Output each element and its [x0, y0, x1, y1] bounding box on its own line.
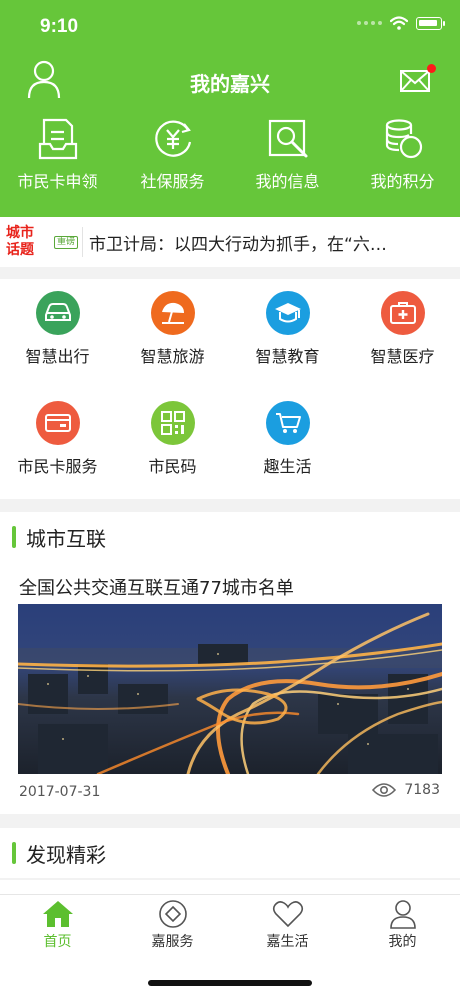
quick-action-label: 市民卡申领 [17, 172, 98, 191]
service-icon [158, 900, 187, 928]
tab-label: 首页 [43, 934, 72, 950]
tab-mine[interactable]: 我的 [345, 899, 460, 951]
quick-action-social-security[interactable]: 社保服务 [115, 118, 230, 192]
points-icon [385, 119, 422, 159]
card-apply-icon [38, 118, 77, 160]
quick-action-label: 社保服务 [140, 172, 205, 191]
service-label: 智慧医疗 [370, 347, 435, 366]
service-citizen-card[interactable]: 市民卡服务 [0, 401, 115, 477]
tab-jia-service[interactable]: 嘉服务 [115, 899, 230, 951]
tab-home[interactable]: 首页 [0, 899, 115, 951]
page-title: 我的嘉兴 [190, 72, 270, 96]
quick-action-my-info[interactable]: 我的信息 [230, 118, 345, 192]
headline-badge: 重磅 [54, 235, 79, 249]
news-card[interactable]: 全国公共交通互联互通77城市名单 2017-07-31 7183 [0, 562, 460, 814]
news-date: 2017-07-31 [19, 784, 101, 800]
heart-icon [272, 901, 303, 928]
status-indicators [357, 16, 445, 30]
signal-icon [357, 21, 382, 25]
service-label: 智慧出行 [25, 347, 90, 366]
unread-badge [427, 64, 436, 73]
umbrella-icon [150, 291, 195, 335]
qr-code-icon [150, 401, 195, 445]
service-smart-tourism[interactable]: 智慧旅游 [115, 291, 230, 367]
divider [82, 227, 84, 257]
quick-actions: 市民卡申领 社保服务 我的信息 我的积分 [0, 118, 460, 192]
home-icon [42, 901, 73, 927]
title-row: 我的嘉兴 [0, 58, 460, 104]
section-discover: 发现精彩 [0, 828, 460, 878]
battery-icon [416, 16, 445, 30]
cart-icon [265, 401, 310, 445]
my-info-icon [268, 119, 307, 158]
car-icon [35, 291, 80, 335]
quick-action-label: 我的信息 [255, 172, 320, 191]
header: 9:10 我的嘉兴 市民卡申领 社保服务 我的信息 我的积分 [0, 0, 460, 217]
profile-icon [389, 900, 416, 929]
service-smart-medical[interactable]: 智慧医疗 [345, 291, 460, 367]
news-view-count: 7183 [404, 782, 440, 798]
tab-label: 嘉生活 [266, 934, 309, 950]
section-accent-bar [12, 526, 16, 548]
service-label: 市民卡服务 [17, 457, 98, 476]
card-icon [35, 401, 80, 445]
services-grid: 智慧出行 智慧旅游 智慧教育 智慧医疗 市民卡服务 市民码 趣生活 [0, 279, 460, 499]
eye-icon [372, 783, 397, 797]
tab-jia-life[interactable]: 嘉生活 [230, 899, 345, 951]
city-topic-tag: 城市 话题 [6, 225, 50, 259]
service-fun-life[interactable]: 趣生活 [230, 401, 345, 477]
service-citizen-code[interactable]: 市民码 [115, 401, 230, 477]
medical-kit-icon [380, 291, 425, 335]
mail-icon [400, 70, 430, 92]
service-label: 智慧旅游 [140, 347, 205, 366]
city-topic-tag-line2: 话题 [6, 242, 34, 258]
news-image[interactable] [18, 604, 442, 774]
messages-button[interactable] [400, 64, 436, 96]
section-title: 城市互联 [26, 526, 106, 551]
tab-label: 嘉服务 [151, 934, 194, 950]
social-security-icon [154, 120, 191, 157]
quick-action-label: 我的积分 [370, 172, 435, 191]
tab-label: 我的 [388, 934, 417, 950]
section-title: 发现精彩 [26, 842, 106, 867]
section-accent-bar [12, 842, 16, 864]
service-label: 智慧教育 [255, 347, 320, 366]
city-topic-ticker[interactable]: 城市 话题 重磅 市卫计局：以四大行动为抓手，在“六… [0, 217, 460, 267]
wifi-icon [390, 16, 408, 30]
service-smart-travel[interactable]: 智慧出行 [0, 291, 115, 367]
graduation-cap-icon [265, 291, 310, 335]
quick-action-card-apply[interactable]: 市民卡申领 [0, 118, 115, 192]
ticker-headline[interactable]: 市卫计局：以四大行动为抓手，在“六… [89, 230, 445, 255]
quick-action-points[interactable]: 我的积分 [345, 118, 460, 192]
status-time: 9:10 [40, 16, 79, 37]
service-label: 市民码 [148, 457, 197, 476]
news-title[interactable]: 全国公共交通互联互通77城市名单 [19, 574, 294, 600]
city-topic-tag-line1: 城市 [6, 225, 34, 241]
service-label: 趣生活 [263, 457, 312, 476]
home-indicator[interactable] [148, 980, 312, 986]
service-smart-education[interactable]: 智慧教育 [230, 291, 345, 367]
section-city-connect: 城市互联 [0, 512, 460, 562]
news-views: 7183 [372, 782, 440, 798]
